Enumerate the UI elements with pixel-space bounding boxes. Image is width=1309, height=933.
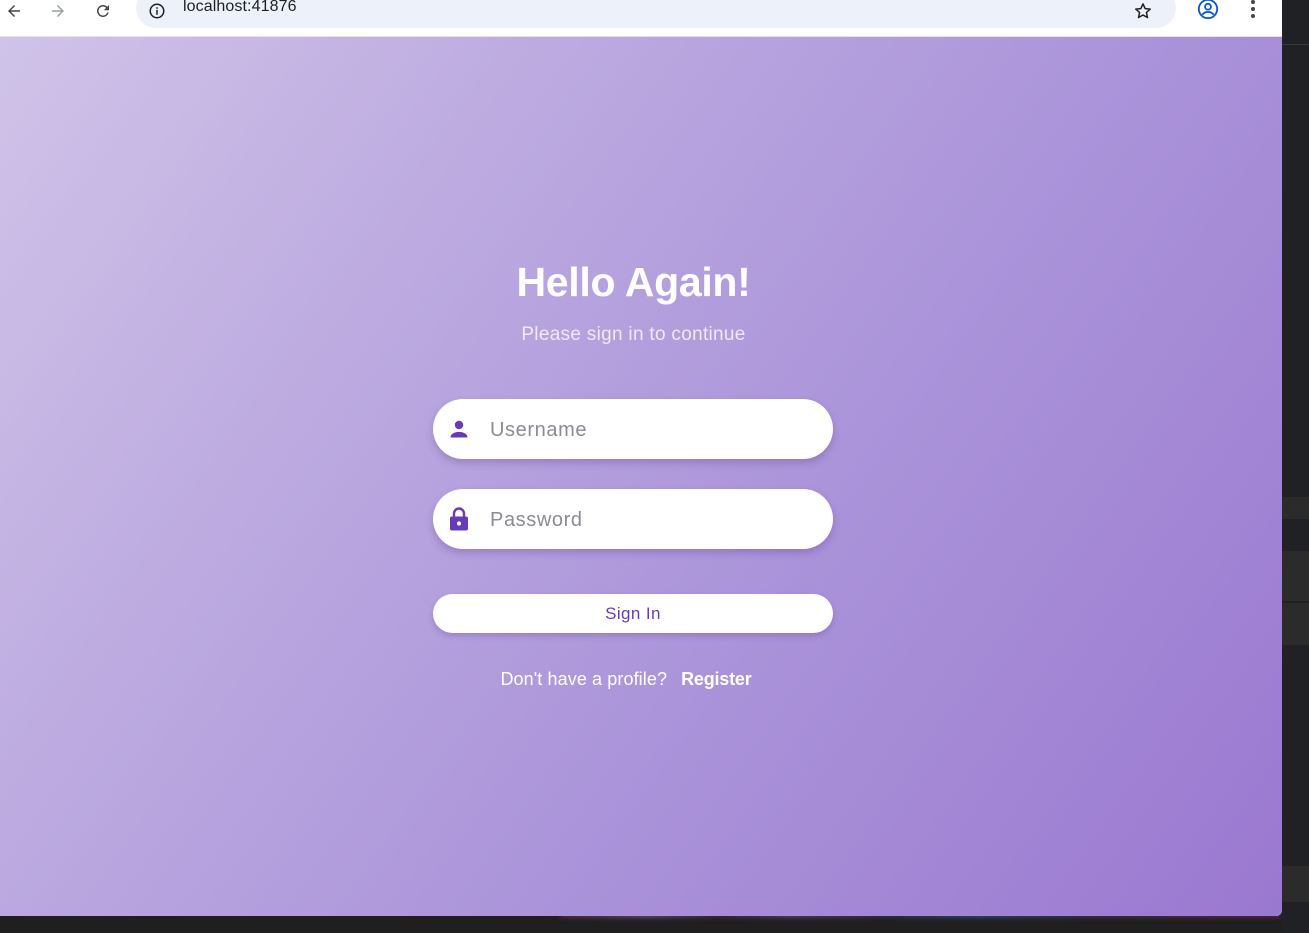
person-icon — [446, 416, 472, 442]
register-prompt-row: Don't have a profile? Register — [0, 669, 1252, 690]
background-window-edge — [1282, 0, 1309, 933]
sign-in-button[interactable]: Sign In — [433, 594, 833, 633]
arrow-left-icon — [8, 5, 20, 17]
desktop: localhost:41876 Hello Again! Please sign… — [0, 0, 1309, 933]
more-vert-icon[interactable] — [1243, 0, 1263, 21]
login-page: Hello Again! Please sign in to continue … — [0, 37, 1282, 916]
password-field[interactable] — [433, 489, 833, 549]
username-field[interactable] — [433, 399, 833, 459]
arrow-right-icon — [52, 5, 64, 17]
page-subtitle: Please sign in to continue — [521, 324, 746, 345]
lock-icon — [446, 506, 472, 532]
register-link[interactable]: Register — [681, 669, 752, 689]
browser-toolbar: localhost:41876 — [0, 0, 1282, 37]
browser-window: localhost:41876 Hello Again! Please sign… — [0, 0, 1282, 916]
password-input[interactable] — [488, 499, 812, 541]
page-title: Hello Again! — [516, 259, 751, 305]
account-circle-icon[interactable] — [1196, 0, 1220, 21]
back-button[interactable] — [0, 0, 28, 22]
address-bar[interactable]: localhost:41876 — [136, 0, 1176, 28]
forward-button[interactable] — [44, 0, 72, 22]
star-icon[interactable] — [1132, 0, 1154, 22]
info-icon[interactable] — [146, 0, 168, 22]
url-text[interactable]: localhost:41876 — [183, 0, 297, 16]
register-prompt-text: Don't have a profile? — [500, 669, 668, 689]
username-input[interactable] — [488, 409, 812, 451]
reload-icon — [96, 4, 109, 17]
reload-button[interactable] — [89, 0, 117, 22]
